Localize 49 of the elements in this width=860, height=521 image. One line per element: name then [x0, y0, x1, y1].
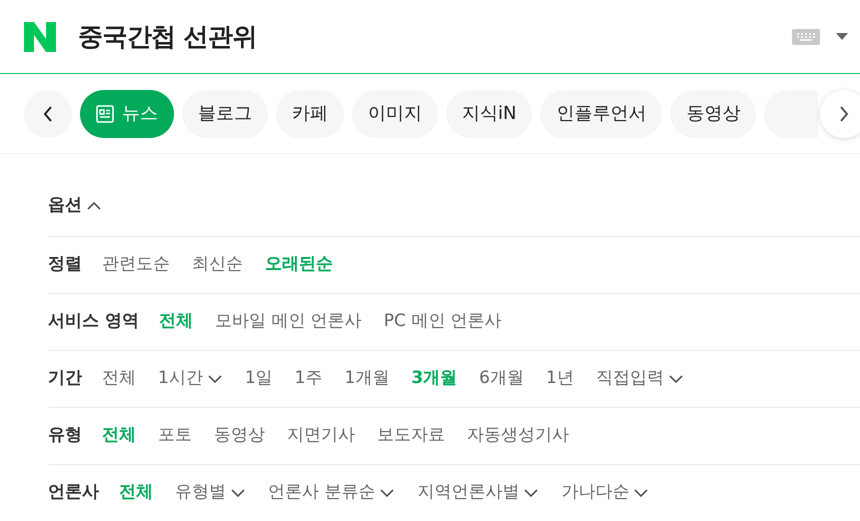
- filter-option[interactable]: 지역언론사별: [417, 480, 540, 506]
- search-tab[interactable]: 카페: [276, 90, 344, 138]
- filter-option[interactable]: 최신순: [192, 252, 243, 278]
- filter-option[interactable]: 1년: [546, 366, 574, 392]
- news-icon: [96, 104, 114, 122]
- keyboard-icon[interactable]: [792, 28, 820, 44]
- search-tab[interactable]: 동영상: [670, 90, 756, 138]
- filter-option[interactable]: 유형별: [175, 480, 246, 506]
- filter-option[interactable]: 1시간: [158, 366, 223, 392]
- filter-option[interactable]: 지면기사: [287, 423, 355, 449]
- filter-option[interactable]: 전체: [119, 480, 153, 506]
- search-tab[interactable]: 뉴스: [80, 90, 174, 138]
- dropdown-icon[interactable]: [836, 32, 848, 40]
- search-tab[interactable]: 지식iN: [446, 90, 532, 138]
- filter-label: 서비스 영역: [48, 310, 139, 334]
- previous-button[interactable]: [24, 90, 72, 138]
- filter-option[interactable]: 보도자료: [377, 423, 445, 449]
- search-query: 중국간첩 선관위: [78, 20, 257, 53]
- filter-label: 정렬: [48, 253, 82, 276]
- filter-option[interactable]: 포토: [158, 423, 192, 449]
- filter-option[interactable]: 1개월: [344, 366, 390, 392]
- filter-option[interactable]: 오래된순: [265, 252, 333, 278]
- chevron-up-icon: [86, 201, 102, 211]
- options-toggle[interactable]: 옵션: [48, 154, 102, 236]
- filter-option[interactable]: 전체: [102, 423, 136, 449]
- next-button[interactable]: [820, 90, 860, 138]
- filter-option[interactable]: 가나다순: [561, 480, 650, 506]
- filter-option[interactable]: 언론사 분류순: [268, 480, 396, 506]
- filter-option[interactable]: 모바일 메인 언론사: [214, 309, 362, 335]
- chevron-right-icon: [839, 105, 849, 123]
- filter-option[interactable]: 전체: [158, 309, 193, 335]
- chevron-left-icon: [43, 104, 53, 122]
- filter-option[interactable]: 6개월: [479, 366, 524, 392]
- filter-label: 언론사: [48, 481, 99, 504]
- filter-option[interactable]: 자동생성기사: [467, 423, 569, 449]
- logo-icon[interactable]: [24, 22, 56, 52]
- filter-option[interactable]: 동영상: [214, 423, 265, 449]
- filter-option[interactable]: 3개월: [411, 366, 458, 392]
- search-tab[interactable]: 인플루언서: [540, 90, 662, 138]
- search-tab[interactable]: 이미지: [352, 90, 438, 138]
- filter-option[interactable]: 전체: [102, 366, 136, 392]
- filter-option[interactable]: 1주: [294, 366, 322, 392]
- search-tab[interactable]: 블로그: [182, 90, 268, 138]
- filter-label: 기간: [48, 367, 82, 390]
- filter-option[interactable]: 1일: [244, 366, 273, 392]
- filter-option[interactable]: 관련도순: [102, 252, 170, 278]
- filter-option[interactable]: 직접입력: [596, 366, 684, 392]
- filter-option[interactable]: PC 메인 언론사: [384, 309, 502, 335]
- filter-label: 유형: [48, 424, 82, 448]
